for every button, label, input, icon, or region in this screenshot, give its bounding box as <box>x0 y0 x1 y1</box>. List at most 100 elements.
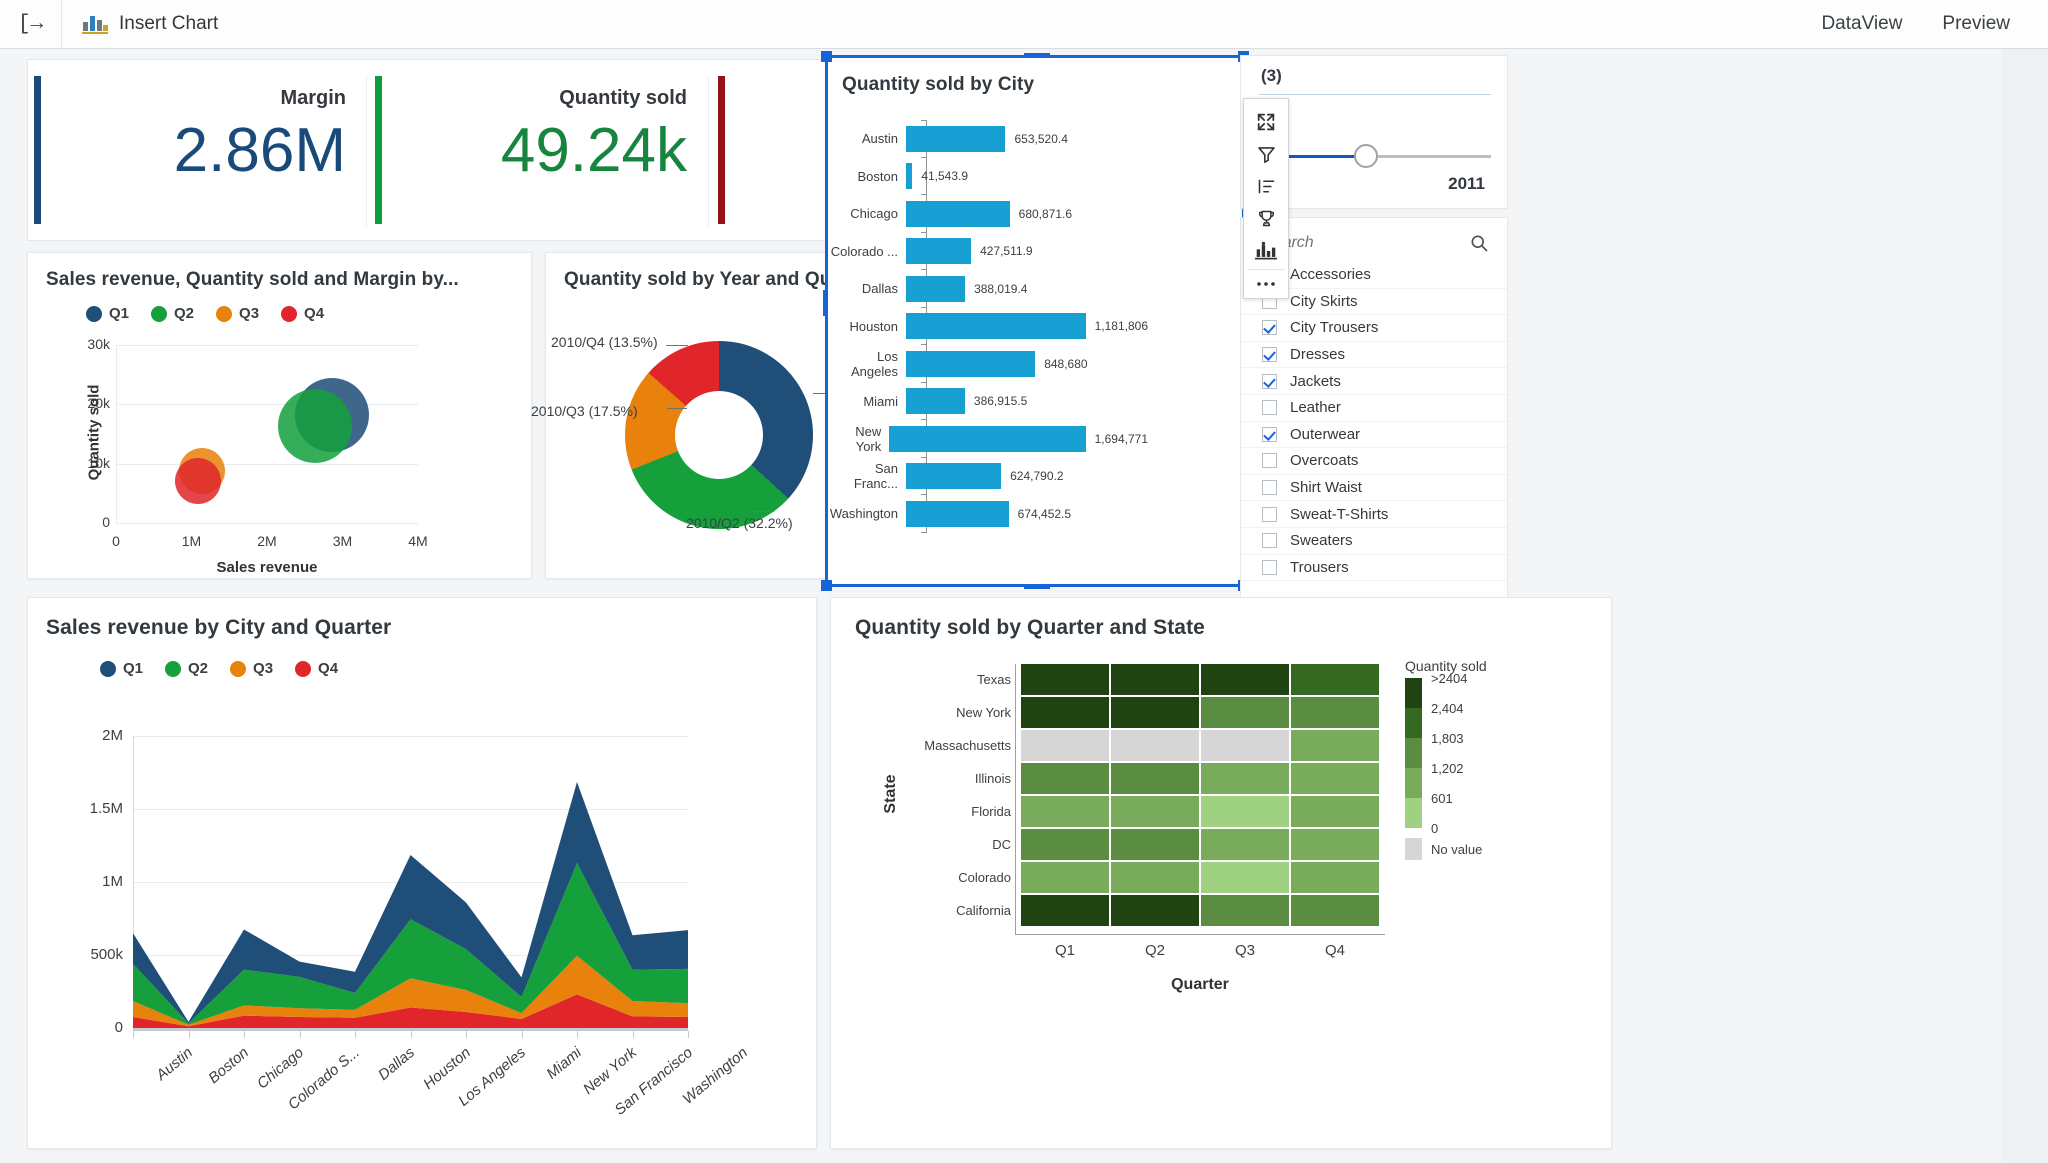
heatmap-cell[interactable] <box>1111 664 1199 695</box>
checkbox[interactable] <box>1262 400 1277 415</box>
filter-search-row[interactable] <box>1261 228 1489 258</box>
heatmap-cell[interactable] <box>1201 796 1289 827</box>
heatmap-cell[interactable] <box>1201 697 1289 728</box>
filter-icon[interactable] <box>1243 138 1289 170</box>
chart-type-icon[interactable] <box>1243 235 1289 267</box>
checkbox[interactable] <box>1262 480 1277 495</box>
checkbox[interactable] <box>1262 320 1277 335</box>
heatmap-cell[interactable] <box>1201 862 1289 893</box>
heatmap-cell[interactable] <box>1021 730 1109 761</box>
bar-row[interactable]: Miami386,915.5 <box>828 383 1148 421</box>
trophy-icon[interactable] <box>1243 203 1289 235</box>
bar-rect[interactable] <box>906 238 971 264</box>
resize-handle-n[interactable] <box>1024 53 1050 58</box>
scatter-card[interactable]: Sales revenue, Quantity sold and Margin … <box>27 252 532 579</box>
resize-handle-w[interactable] <box>823 290 828 316</box>
heatmap-cell[interactable] <box>1201 829 1289 860</box>
bar-rect[interactable] <box>889 426 1085 452</box>
checkbox[interactable] <box>1262 507 1277 522</box>
heatmap-cell[interactable] <box>1201 895 1289 926</box>
bar-row[interactable]: Boston41,543.9 <box>828 158 1148 196</box>
filter-item-dresses[interactable]: Dresses <box>1241 342 1507 369</box>
bar-rect[interactable] <box>906 126 1005 152</box>
bar-row[interactable]: Austin653,520.4 <box>828 120 1148 158</box>
heatmap-cell[interactable] <box>1111 862 1199 893</box>
bar-rect[interactable] <box>906 501 1009 527</box>
area-band-q1[interactable] <box>133 782 688 1023</box>
heatmap-cell[interactable] <box>1021 895 1109 926</box>
heatmap-cell[interactable] <box>1291 697 1379 728</box>
heatmap-cell[interactable] <box>1111 829 1199 860</box>
heatmap-cell[interactable] <box>1021 763 1109 794</box>
bubble-q4[interactable] <box>175 458 221 504</box>
filter-item-trousers[interactable]: Trousers <box>1241 555 1507 582</box>
filter-item-shirt-waist[interactable]: Shirt Waist <box>1241 475 1507 502</box>
heatmap-cell[interactable] <box>1201 664 1289 695</box>
heatmap-cell[interactable] <box>1111 796 1199 827</box>
heatmap-cell[interactable] <box>1201 730 1289 761</box>
resize-handle-nw[interactable] <box>821 51 832 62</box>
bar-row[interactable]: Colorado ...427,511.9 <box>828 233 1148 271</box>
bar-row[interactable]: Houston1,181,806 <box>828 308 1148 346</box>
checkbox[interactable] <box>1262 560 1277 575</box>
bar-rect[interactable] <box>906 276 965 302</box>
heatmap-cell[interactable] <box>1201 763 1289 794</box>
heatmap-cell[interactable] <box>1291 796 1379 827</box>
bar-rect[interactable] <box>906 201 1010 227</box>
filter-item-overcoats[interactable]: Overcoats <box>1241 448 1507 475</box>
heatmap-cell[interactable] <box>1021 664 1109 695</box>
area-band-q4[interactable] <box>133 994 688 1028</box>
kpi-quantity-sold[interactable]: Quantity sold 49.24k <box>375 72 705 230</box>
heatmap-cell[interactable] <box>1021 862 1109 893</box>
filter-item-jackets[interactable]: Jackets <box>1241 368 1507 395</box>
area-band-q2[interactable] <box>133 863 688 1025</box>
bar-rect[interactable] <box>906 463 1001 489</box>
bar-rect[interactable] <box>906 313 1086 339</box>
insert-chart-button[interactable]: Insert Chart <box>62 0 238 48</box>
heatmap-cell[interactable] <box>1021 796 1109 827</box>
resize-handle-sw[interactable] <box>821 580 832 591</box>
bubble-q2[interactable] <box>278 389 352 463</box>
heatmap-cell[interactable] <box>1291 730 1379 761</box>
resize-handle-s[interactable] <box>1024 584 1050 589</box>
heatmap-cell[interactable] <box>1111 697 1199 728</box>
heatmap-cell[interactable] <box>1111 895 1199 926</box>
heatmap-cell[interactable] <box>1021 829 1109 860</box>
heatmap-cell[interactable] <box>1111 763 1199 794</box>
filter-item-leather[interactable]: Leather <box>1241 395 1507 422</box>
checkbox[interactable] <box>1262 347 1277 362</box>
exit-arrow-icon[interactable]: [→ <box>0 0 62 48</box>
area-card[interactable]: Sales revenue by City and Quarter Q1Q2Q3… <box>27 597 817 1149</box>
search-icon[interactable] <box>1469 233 1489 253</box>
bar-rect[interactable] <box>906 351 1035 377</box>
heatmap-cell[interactable] <box>1291 895 1379 926</box>
bar-row[interactable]: Washington674,452.5 <box>828 495 1148 533</box>
more-icon[interactable] <box>1243 270 1289 298</box>
heatmap-cell[interactable] <box>1291 829 1379 860</box>
heatmap-cell[interactable] <box>1291 763 1379 794</box>
heatmap-cell[interactable] <box>1111 730 1199 761</box>
heatmap-cell[interactable] <box>1021 697 1109 728</box>
checkbox[interactable] <box>1262 453 1277 468</box>
filter-item-sweaters[interactable]: Sweaters <box>1241 528 1507 555</box>
bar-row[interactable]: Los Angeles848,680 <box>828 345 1148 383</box>
expand-icon[interactable] <box>1243 106 1289 138</box>
sort-list-icon[interactable] <box>1243 171 1289 203</box>
preview-tab[interactable]: Preview <box>1942 13 2010 35</box>
heatmap-card[interactable]: Quantity sold by Quarter and State Texas… <box>830 597 1612 1149</box>
kpi-margin[interactable]: Margin 2.86M <box>34 72 364 230</box>
area-band-q3[interactable] <box>133 956 688 1027</box>
bar-row[interactable]: San Franc...624,790.2 <box>828 458 1148 496</box>
dataview-tab[interactable]: DataView <box>1821 13 1902 35</box>
checkbox[interactable] <box>1262 427 1277 442</box>
heatmap-cell[interactable] <box>1291 664 1379 695</box>
filter-item-sweat-t-shirts[interactable]: Sweat-T-Shirts <box>1241 501 1507 528</box>
bar-city-card[interactable]: Quantity sold by City Austin653,520.4Bos… <box>825 55 1245 587</box>
heatmap-cell[interactable] <box>1291 862 1379 893</box>
filter-item-outerwear[interactable]: Outerwear <box>1241 422 1507 449</box>
bar-row[interactable]: Chicago680,871.6 <box>828 195 1148 233</box>
filter-item-city-trousers[interactable]: City Trousers <box>1241 315 1507 342</box>
checkbox[interactable] <box>1262 533 1277 548</box>
checkbox[interactable] <box>1262 374 1277 389</box>
bar-rect[interactable] <box>906 388 965 414</box>
